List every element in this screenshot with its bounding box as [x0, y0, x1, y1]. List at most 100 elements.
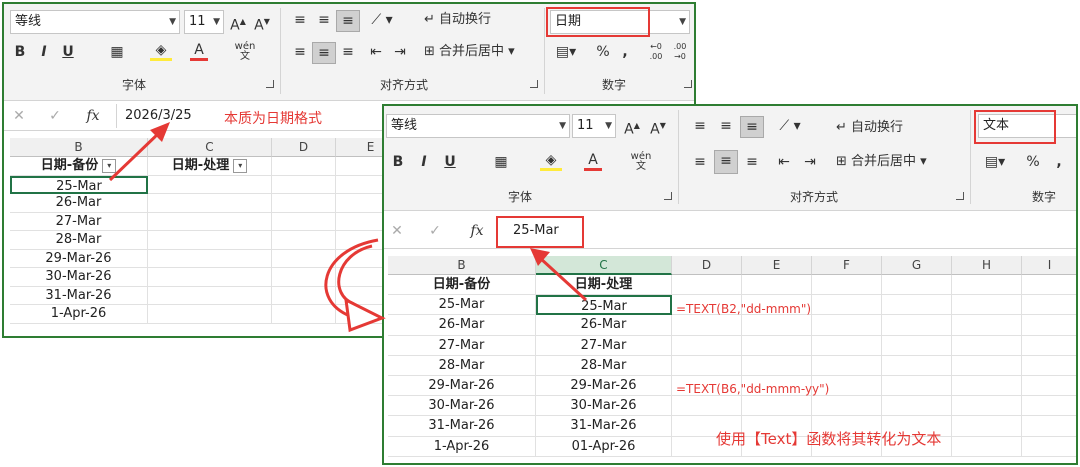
cell-empty[interactable] — [742, 275, 812, 296]
cell-empty[interactable] — [672, 396, 742, 417]
align-middle-icon[interactable]: ≡ — [314, 10, 334, 30]
fill-color-icon[interactable]: ◈ — [150, 42, 172, 61]
align-left-icon[interactable]: ≡ — [690, 152, 710, 172]
cell-empty[interactable] — [672, 275, 742, 296]
align-top-icon[interactable]: ≡ — [290, 10, 310, 30]
align-bottom-icon[interactable]: ≡ — [336, 10, 360, 32]
text-cell[interactable]: 26-Mar — [536, 315, 672, 336]
cell-empty[interactable] — [148, 305, 272, 324]
cell-empty[interactable] — [952, 376, 1022, 397]
cell-empty[interactable] — [1022, 437, 1076, 457]
date-cell[interactable]: 29-Mar-26 — [388, 376, 536, 397]
insert-function-icon[interactable]: fx — [82, 106, 104, 126]
cell-empty[interactable] — [952, 295, 1022, 316]
cell-empty[interactable] — [272, 249, 336, 268]
phonetic-icon[interactable]: wén 文 — [234, 42, 256, 62]
cell-empty[interactable] — [672, 315, 742, 336]
borders-icon[interactable]: ▦ — [488, 152, 514, 172]
date-cell[interactable]: 27-Mar — [388, 335, 536, 356]
cell-empty[interactable] — [272, 231, 336, 250]
date-cell[interactable]: 26-Mar — [388, 315, 536, 336]
font-dialog-launcher-icon[interactable] — [266, 80, 274, 88]
cell-empty[interactable] — [672, 335, 742, 356]
number-dialog-launcher-icon[interactable] — [684, 80, 692, 88]
cell-empty[interactable] — [148, 249, 272, 268]
wrap-text-button[interactable]: ↵ 自动换行 — [424, 10, 504, 30]
cell-empty[interactable] — [272, 175, 336, 194]
right-col-header-i[interactable]: I — [1022, 256, 1076, 275]
date-cell[interactable]: 25-Mar — [388, 295, 536, 316]
cell-empty[interactable] — [882, 376, 952, 397]
align-center-icon[interactable]: ≡ — [312, 42, 336, 64]
bold-button[interactable]: B — [12, 42, 28, 62]
cell-empty[interactable] — [742, 355, 812, 376]
align-left-icon[interactable]: ≡ — [290, 42, 310, 62]
cell-empty[interactable] — [148, 231, 272, 250]
borders-icon[interactable]: ▦ — [104, 42, 130, 62]
grow-font-icon[interactable]: A▲ — [622, 116, 642, 140]
cell-empty[interactable] — [812, 396, 882, 417]
merge-center-button[interactable]: ⊞ 合并后居中 ▾ — [836, 152, 956, 172]
cell-empty[interactable] — [882, 315, 952, 336]
cell-empty[interactable] — [812, 355, 882, 376]
align-center-icon[interactable]: ≡ — [714, 150, 738, 174]
orientation-icon[interactable]: ⟋ ▾ — [368, 10, 396, 30]
cell-empty[interactable] — [148, 268, 272, 287]
bold-button[interactable]: B — [390, 152, 406, 172]
cell-empty[interactable] — [882, 355, 952, 376]
cancel-icon[interactable]: ✕ — [10, 106, 28, 126]
grow-font-icon[interactable]: A▲ — [228, 12, 248, 36]
cell-empty[interactable] — [272, 212, 336, 231]
text-cell[interactable]: 01-Apr-26 — [536, 436, 672, 457]
text-cell[interactable]: 28-Mar — [536, 355, 672, 376]
date-cell[interactable]: 26-Mar — [10, 194, 148, 213]
right-col-header-c[interactable]: C — [536, 256, 672, 275]
cell-empty[interactable] — [1022, 315, 1076, 336]
italic-button[interactable]: I — [416, 152, 432, 172]
header-cell-backup[interactable]: 日期-备份 ▾ — [10, 157, 148, 176]
left-col-header-c[interactable]: C — [148, 138, 272, 157]
cell-empty[interactable] — [882, 275, 952, 296]
cell-empty[interactable] — [272, 194, 336, 213]
right-col-header-e[interactable]: E — [742, 256, 812, 275]
cell-empty[interactable] — [952, 416, 1022, 437]
date-cell[interactable]: 25-Mar — [10, 175, 148, 194]
font-color-icon[interactable]: A — [584, 152, 602, 171]
enter-icon[interactable]: ✓ — [46, 106, 64, 126]
cell-empty[interactable] — [882, 335, 952, 356]
alignment-dialog-launcher-icon[interactable] — [530, 80, 538, 88]
cell-empty[interactable] — [272, 286, 336, 305]
currency-format-icon[interactable]: ▤▾ — [980, 152, 1010, 172]
date-cell[interactable]: 1-Apr-26 — [388, 436, 536, 457]
cell-empty[interactable] — [148, 212, 272, 231]
decrease-indent-icon[interactable]: ⇤ — [774, 152, 794, 172]
cell-empty[interactable] — [952, 275, 1022, 296]
text-cell[interactable]: 29-Mar-26 — [536, 376, 672, 397]
cell-empty[interactable] — [952, 335, 1022, 356]
text-cell[interactable]: 27-Mar — [536, 335, 672, 356]
font-dialog-launcher-icon[interactable] — [664, 192, 672, 200]
percent-button[interactable]: % — [1024, 152, 1042, 172]
right-col-header-g[interactable]: G — [882, 256, 952, 275]
font-size-select[interactable]: 11 ▼ — [572, 114, 616, 138]
comma-button[interactable]: , — [1052, 152, 1066, 172]
cell-empty[interactable] — [742, 315, 812, 336]
shrink-font-icon[interactable]: A▼ — [252, 12, 272, 36]
cell-empty[interactable] — [952, 355, 1022, 376]
underline-button[interactable]: U — [60, 42, 76, 62]
cell-empty[interactable] — [812, 295, 882, 316]
cell-empty[interactable] — [272, 305, 336, 324]
cell-empty[interactable] — [1022, 376, 1076, 397]
cell-empty[interactable] — [882, 396, 952, 417]
insert-function-icon[interactable]: fx — [466, 221, 488, 241]
date-cell[interactable]: 28-Mar — [10, 231, 148, 250]
fill-color-icon[interactable]: ◈ — [540, 152, 562, 171]
date-cell[interactable]: 31-Mar-26 — [388, 416, 536, 437]
merge-center-button[interactable]: ⊞ 合并后居中 ▾ — [424, 42, 534, 62]
cell-empty[interactable] — [1022, 275, 1076, 296]
font-name-select[interactable]: 等线 ▼ — [386, 114, 570, 138]
date-cell[interactable]: 28-Mar — [388, 355, 536, 376]
filter-dropdown-icon[interactable]: ▾ — [102, 158, 117, 173]
cell-empty[interactable] — [952, 315, 1022, 336]
italic-button[interactable]: I — [36, 42, 52, 62]
